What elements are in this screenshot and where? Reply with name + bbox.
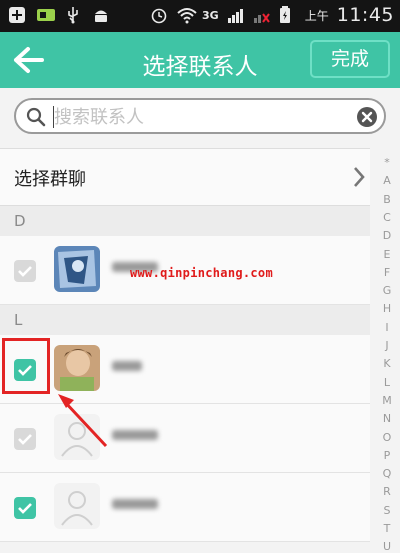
index-letter-i[interactable]: I (374, 321, 400, 334)
clock: 11:45 (336, 4, 394, 26)
index-letter-r[interactable]: R (374, 485, 400, 498)
watermark-text: www.qinpinchang.com (130, 266, 273, 280)
index-letter-q[interactable]: Q (374, 467, 400, 480)
index-letter-e[interactable]: E (374, 248, 400, 261)
highlight-box (2, 338, 50, 394)
android-icon (92, 6, 110, 24)
index-letter-k[interactable]: K (374, 357, 400, 370)
contact-name (112, 427, 158, 447)
contact-row[interactable] (0, 473, 370, 542)
wifi-icon (176, 6, 197, 24)
section-letter: L (14, 311, 23, 329)
index-letter-u[interactable]: U (374, 540, 400, 553)
signal-icon (227, 6, 245, 24)
index-letter-h[interactable]: H (374, 302, 400, 315)
sim-icon (36, 6, 55, 24)
battery-icon (279, 6, 297, 24)
avatar (54, 345, 100, 391)
section-header-l: L (0, 305, 370, 335)
avatar (54, 483, 100, 529)
section-header-d: D (0, 206, 370, 236)
search-icon (26, 107, 46, 127)
group-chat-label: 选择群聊 (14, 169, 86, 190)
index-letter-p[interactable]: P (374, 449, 400, 462)
contact-name (112, 496, 158, 516)
status-bar: 3G 上午 11:45 (0, 0, 400, 32)
plus-icon (8, 6, 26, 24)
checkbox-unchecked[interactable] (14, 428, 36, 450)
signal-icon-2 (253, 6, 271, 24)
index-letter-o[interactable]: O (374, 431, 400, 444)
index-letter-t[interactable]: T (374, 522, 400, 535)
index-letter-m[interactable]: M (374, 394, 400, 407)
search-input[interactable] (54, 104, 344, 130)
checkbox-unchecked[interactable] (14, 260, 36, 282)
index-letter-l[interactable]: L (374, 376, 400, 389)
search-box[interactable] (14, 98, 386, 134)
index-letter-g[interactable]: G (374, 284, 400, 297)
avatar (54, 246, 100, 292)
clear-icon[interactable] (356, 106, 378, 128)
checkbox-checked[interactable] (14, 497, 36, 519)
usb-icon (64, 6, 82, 24)
ampm-label: 上午 (304, 8, 329, 23)
index-letter-d[interactable]: D (374, 229, 400, 242)
index-letter-j[interactable]: J (374, 339, 400, 352)
header-bar: 选择联系人 完成 (0, 32, 400, 88)
done-button[interactable]: 完成 (310, 40, 390, 78)
section-letter: D (14, 212, 26, 230)
index-letter-c[interactable]: C (374, 211, 400, 224)
avatar (54, 414, 100, 460)
index-letter-a[interactable]: A (374, 174, 400, 187)
alarm-icon (150, 6, 168, 24)
index-letter-star[interactable]: * (374, 156, 400, 169)
search-bar (0, 88, 400, 146)
network-type-label: 3G (202, 8, 219, 22)
chevron-right-icon (354, 167, 365, 187)
checkmark-icon (18, 503, 32, 514)
index-letter-b[interactable]: B (374, 193, 400, 206)
contact-row[interactable] (0, 404, 370, 473)
alphabet-index[interactable]: * A B C D E F G H I J K L M N O P Q R S T U (374, 148, 400, 553)
index-letter-f[interactable]: F (374, 266, 400, 279)
index-letter-s[interactable]: S (374, 504, 400, 517)
select-group-chat-row[interactable]: 选择群聊 (0, 148, 370, 206)
contact-name (112, 358, 142, 378)
text-cursor (53, 106, 54, 128)
index-letter-n[interactable]: N (374, 412, 400, 425)
contact-row[interactable] (0, 335, 370, 404)
